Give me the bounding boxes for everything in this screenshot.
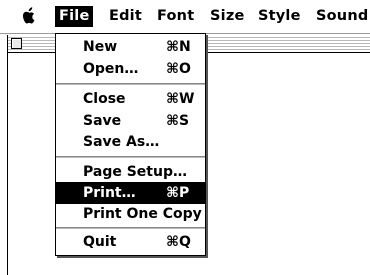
menu-item-print-one-copy[interactable]: Print One Copy	[56, 203, 205, 225]
menu-edit[interactable]: Edit	[109, 6, 142, 27]
menu-sound[interactable]: Sound	[316, 6, 368, 27]
shortcut-label: ⌘Q	[166, 234, 191, 250]
menu-style[interactable]: Style	[258, 6, 301, 27]
menu-item-label: Close	[83, 91, 126, 107]
menu-bar: File Edit Font Size Style Sound	[0, 0, 370, 34]
menu-item-print[interactable]: Print… ⌘P	[56, 182, 205, 204]
menu-item-label: New	[83, 39, 118, 55]
menu-item-new[interactable]: New ⌘N	[56, 36, 205, 58]
menu-item-label: Page Setup…	[83, 164, 187, 180]
menu-font[interactable]: Font	[157, 6, 194, 27]
menu-file[interactable]: File	[55, 6, 94, 27]
menu-item-label: Print One Copy	[83, 206, 202, 222]
menu-size[interactable]: Size	[210, 6, 245, 27]
menu-item-save[interactable]: Save ⌘S	[56, 110, 205, 132]
menu-separator	[56, 156, 205, 159]
menu-item-label: Save	[83, 113, 122, 129]
menu-item-close[interactable]: Close ⌘W	[56, 88, 205, 110]
apple-menu-icon[interactable]	[21, 6, 37, 26]
shortcut-label: ⌘P	[166, 185, 190, 201]
shortcut-label: ⌘N	[166, 39, 191, 55]
file-menu: New ⌘N Open… ⌘O Close ⌘W Save ⌘S Save As…	[55, 33, 206, 256]
menu-item-label: Open…	[83, 61, 139, 77]
menu-separator	[56, 83, 205, 86]
close-box-icon[interactable]	[11, 38, 22, 49]
menu-separator	[56, 227, 205, 230]
menu-item-page-setup[interactable]: Page Setup…	[56, 161, 205, 183]
shortcut-label: ⌘O	[166, 61, 191, 77]
shortcut-label: ⌘S	[166, 113, 190, 129]
menu-item-save-as[interactable]: Save As…	[56, 131, 205, 153]
menu-item-open[interactable]: Open… ⌘O	[56, 58, 205, 80]
shortcut-label: ⌘W	[166, 91, 195, 107]
menu-item-quit[interactable]: Quit ⌘Q	[56, 231, 205, 253]
menu-item-label: Print…	[83, 185, 136, 201]
menu-item-label: Save As…	[83, 134, 160, 150]
menu-item-label: Quit	[83, 234, 117, 250]
